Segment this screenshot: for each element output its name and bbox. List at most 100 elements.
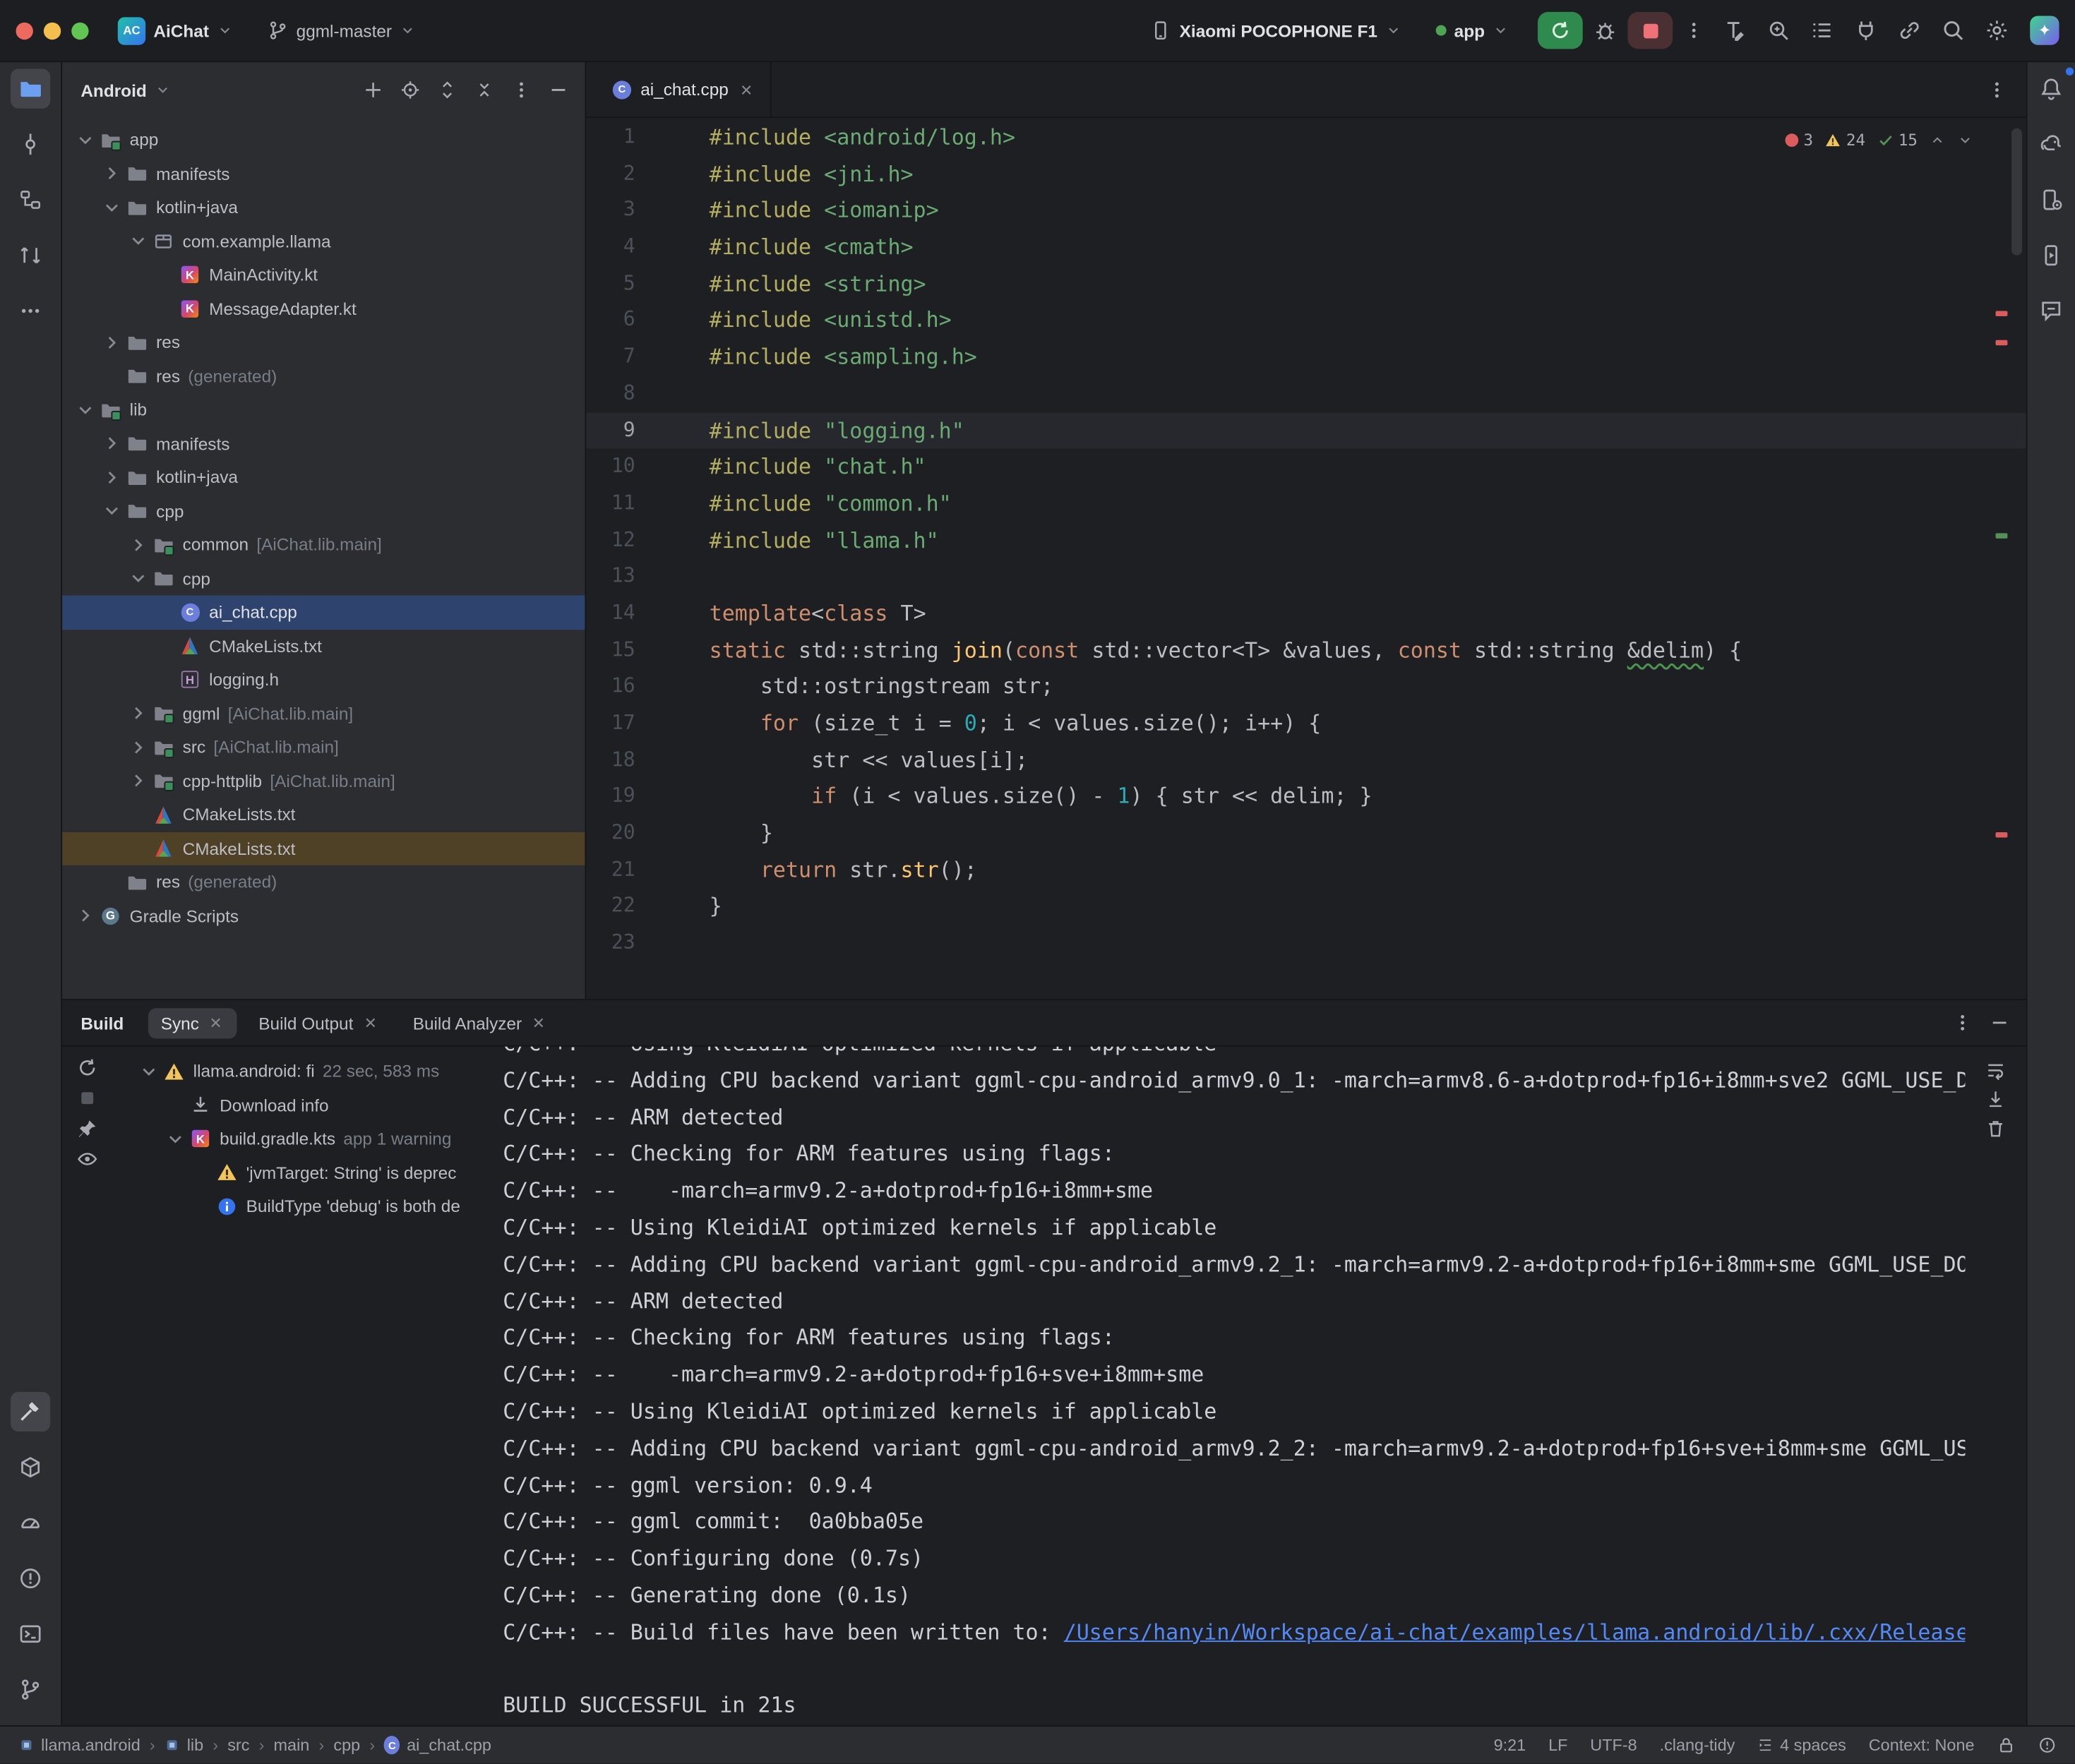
errors-count[interactable]: 3	[1785, 131, 1813, 150]
code-line-21[interactable]: 21 return str.str();	[586, 852, 2026, 889]
tree-item-mainactivity-kt[interactable]: KMainActivity.kt	[62, 258, 585, 292]
hide-build-window-icon[interactable]	[1989, 1012, 2010, 1033]
tree-item-jvmtarget-string-is-deprec[interactable]: 'jvmTarget: String' is deprec	[112, 1156, 492, 1189]
project-tool-button[interactable]	[11, 68, 50, 108]
error-stripe-mark[interactable]	[1996, 832, 2008, 837]
error-stripe-mark[interactable]	[1996, 340, 2008, 345]
tree-item-manifests[interactable]: manifests	[62, 157, 585, 191]
build-output-path-link[interactable]: /Users/hanyin/Workspace/ai-chat/examples…	[1064, 1619, 1966, 1645]
close-tab-icon[interactable]	[362, 1015, 378, 1031]
stop-button[interactable]	[1627, 12, 1673, 49]
ok-stripe-mark[interactable]	[1996, 533, 2008, 538]
pull-requests-tool-button[interactable]	[11, 236, 50, 275]
build-console[interactable]: C/C++: -- Using KleidiAI optimized kerne…	[492, 1047, 1965, 1726]
breadcrumb-item-src[interactable]: src	[227, 1736, 249, 1754]
gradle-tool-button[interactable]	[2031, 124, 2071, 164]
code-line-10[interactable]: 10#include "chat.h"	[586, 449, 2026, 486]
collapse-all-icon[interactable]	[474, 79, 495, 100]
clear-console-icon[interactable]	[1985, 1118, 2007, 1139]
breadcrumb-item-ai-chat-cpp[interactable]: Cai_chat.cpp	[384, 1736, 491, 1754]
terminal-tool-button[interactable]	[11, 1614, 50, 1654]
problems-tool-button[interactable]	[11, 1559, 50, 1598]
chevron-down-icon[interactable]	[163, 1128, 189, 1149]
tab-build-output[interactable]: Build Output	[246, 1007, 392, 1038]
more-run-actions-button[interactable]	[1683, 20, 1704, 41]
expand-all-icon[interactable]	[437, 79, 458, 100]
tree-item-src[interactable]: src[AiChat.lib.main]	[62, 731, 585, 764]
profiler-tool-button[interactable]	[11, 1503, 50, 1542]
debug-button[interactable]	[1593, 18, 1617, 42]
breadcrumb-item-cpp[interactable]: cpp	[333, 1736, 360, 1754]
code-line-8[interactable]: 8	[586, 376, 2026, 412]
select-opened-file-icon[interactable]	[400, 79, 421, 100]
tree-item-ai-chat-cpp[interactable]: Cai_chat.cpp	[62, 595, 585, 629]
indent-setting[interactable]: 4 spaces	[1757, 1736, 1846, 1754]
version-control-tool-button[interactable]	[11, 1669, 50, 1709]
tree-item-manifests[interactable]: manifests	[62, 426, 585, 460]
code-line-5[interactable]: 5#include <string>	[586, 265, 2026, 302]
ai-actions-icon[interactable]	[1723, 18, 1747, 42]
chevron-down-icon[interactable]	[100, 197, 125, 218]
task-list-icon[interactable]	[1810, 18, 1834, 42]
ai-assistant-icon[interactable]: ✦	[2030, 16, 2059, 44]
project-widget[interactable]: AC AiChat	[107, 11, 244, 49]
tree-item-res[interactable]: res(generated)	[62, 359, 585, 393]
close-window-button[interactable]	[16, 22, 32, 39]
chevron-right-icon[interactable]	[100, 332, 125, 353]
context-widget[interactable]: Context: None	[1869, 1736, 1975, 1754]
tree-item-cpp-httplib[interactable]: cpp-httplib[AiChat.lib.main]	[62, 764, 585, 798]
tree-item-kotlin-java[interactable]: kotlin+java	[62, 191, 585, 224]
breadcrumb-item-main[interactable]: main	[274, 1736, 310, 1754]
settings-gear-icon[interactable]	[1985, 18, 2009, 42]
code-line-22[interactable]: 22}	[586, 889, 2026, 925]
tree-item-cmakelists-txt[interactable]: CMakeLists.txt	[62, 832, 585, 865]
app-quality-insights-button[interactable]	[2031, 291, 2071, 330]
error-stripe-mark[interactable]	[1996, 311, 2008, 316]
file-encoding[interactable]: UTF-8	[1590, 1736, 1637, 1754]
code-line-18[interactable]: 18 str << values[i];	[586, 742, 2026, 779]
tree-item-cmakelists-txt[interactable]: CMakeLists.txt	[62, 629, 585, 663]
close-tab-icon[interactable]	[738, 81, 753, 97]
tree-item-download-info[interactable]: Download info	[112, 1088, 492, 1122]
stop-sync-icon[interactable]	[77, 1088, 98, 1109]
tree-item-ggml[interactable]: ggml[AiChat.lib.main]	[62, 697, 585, 731]
chevron-down-icon[interactable]	[126, 231, 151, 252]
code-line-20[interactable]: 20 }	[586, 815, 2026, 852]
tree-item-common[interactable]: common[AiChat.lib.main]	[62, 528, 585, 562]
inspections-status-icon[interactable]	[2038, 1736, 2057, 1754]
code-line-9[interactable]: 9#include "logging.h"	[586, 412, 2026, 449]
tree-item-cmakelists-txt[interactable]: CMakeLists.txt	[62, 798, 585, 832]
add-icon[interactable]	[363, 79, 384, 100]
chevron-down-icon[interactable]	[126, 568, 151, 589]
code-line-2[interactable]: 2#include <jni.h>	[586, 156, 2026, 193]
plugin-icon[interactable]	[1854, 18, 1878, 42]
chevron-down-icon[interactable]	[136, 1061, 162, 1082]
project-options-kebab-icon[interactable]	[511, 79, 532, 100]
run-button[interactable]	[1538, 12, 1583, 49]
close-tab-icon[interactable]	[531, 1015, 546, 1031]
code-line-7[interactable]: 7#include <sampling.h>	[586, 339, 2026, 376]
code-line-15[interactable]: 15static std::string join(const std::vec…	[586, 632, 2026, 668]
caret-position[interactable]: 9:21	[1494, 1736, 1526, 1754]
tree-item-gradle-scripts[interactable]: GGradle Scripts	[62, 899, 585, 933]
tab-build-analyzer[interactable]: Build Analyzer	[400, 1007, 561, 1038]
code-line-11[interactable]: 11#include "common.h"	[586, 486, 2026, 522]
device-manager-button[interactable]	[2031, 180, 2071, 220]
next-problem-icon[interactable]	[1957, 132, 1973, 148]
chevron-right-icon[interactable]	[100, 163, 125, 184]
tree-item-llama-android-fi[interactable]: llama.android: fi22 sec, 583 ms	[112, 1055, 492, 1088]
breadcrumb-item-llama-android[interactable]: llama.android	[18, 1736, 140, 1754]
device-selector[interactable]: Xiaomi POCOPHONE F1	[1140, 15, 1411, 47]
tree-item-logging-h[interactable]: Hlogging.h	[62, 663, 585, 697]
search-icon[interactable]	[1942, 18, 1966, 42]
prev-problem-icon[interactable]	[1930, 132, 1945, 148]
filter-eye-icon[interactable]	[77, 1148, 98, 1170]
tree-item-lib[interactable]: lib	[62, 393, 585, 427]
code-line-23[interactable]: 23	[586, 925, 2026, 961]
chevron-right-icon[interactable]	[126, 770, 151, 791]
line-separator[interactable]: LF	[1548, 1736, 1567, 1754]
chevron-right-icon[interactable]	[126, 534, 151, 556]
build-tool-button[interactable]	[11, 1392, 50, 1432]
tree-item-res[interactable]: res(generated)	[62, 865, 585, 899]
chevron-right-icon[interactable]	[126, 737, 151, 758]
